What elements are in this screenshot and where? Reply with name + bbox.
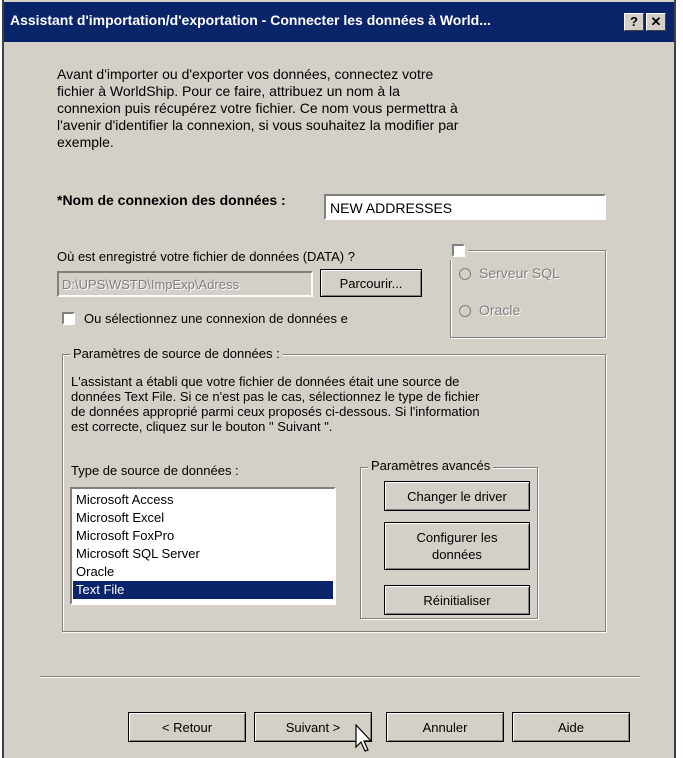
change-driver-button[interactable]: Changer le driver [384,481,530,511]
description-line: L'assistant a établi que votre fichier d… [71,374,460,389]
configure-data-label-line2: données [432,547,482,562]
oracle-radio[interactable] [459,305,471,317]
database-group-legend [450,242,468,260]
intro-line: Avant d'importer ou d'exporter vos donné… [57,66,434,82]
source-params-description: L'assistant a établi que votre fichier d… [71,374,480,434]
intro-line: exemple. [57,134,114,150]
list-item[interactable]: Microsoft SQL Server [73,545,333,563]
cancel-button[interactable]: Annuler [386,712,504,742]
intro-line: l'avenir d'identifier la connexion, si v… [57,117,459,133]
file-path-value: D:\UPS\WSTD\ImpExp\Adress [62,277,239,292]
intro-line: connexion puis récupérez votre fichier. … [57,100,458,116]
list-item[interactable]: Microsoft Excel [73,509,333,527]
advanced-params-legend: Paramètres avancés [368,458,494,473]
title-bar[interactable]: Assistant d'importation/d'exportation - … [4,2,674,42]
footer-separator [40,676,640,678]
connection-name-label: *Nom de connexion des données : [57,192,286,208]
list-item-selected[interactable]: Text File [73,581,333,599]
select-existing-label: Ou sélectionnez une connexion de données… [84,311,348,326]
list-item[interactable]: Microsoft FoxPro [73,527,333,545]
configure-data-label-line1: Configurer les [416,530,498,545]
sql-server-radio[interactable] [459,268,471,280]
mouse-cursor-icon [355,724,373,752]
back-button[interactable]: < Retour [128,712,246,742]
file-path-input[interactable]: D:\UPS\WSTD\ImpExp\Adress [57,271,313,297]
help-caption-button[interactable]: ? [624,13,644,31]
source-params-legend: Paramètres de source de données : [70,346,283,361]
sql-server-label: Serveur SQL [479,265,560,281]
connection-name-value: NEW ADDRESSES [330,200,453,216]
reset-button[interactable]: Réinitialiser [384,585,530,615]
help-button[interactable]: Aide [512,712,630,742]
wizard-window: Assistant d'importation/d'exportation - … [2,0,676,758]
list-item[interactable]: Microsoft Access [73,491,333,509]
source-type-list[interactable]: Microsoft Access Microsoft Excel Microso… [70,487,336,605]
select-existing-checkbox[interactable] [62,312,75,325]
connection-name-input[interactable]: NEW ADDRESSES [324,194,606,220]
oracle-label: Oracle [479,302,521,318]
close-icon[interactable]: ✕ [646,13,666,31]
description-line: de données approprié parmi ceux proposés… [71,404,480,419]
description-line: données Text File. Si ce n'est pas le ca… [71,389,480,404]
database-group-checkbox[interactable] [452,244,465,257]
file-location-label: Où est enregistré votre fichier de donné… [57,249,355,264]
window-title: Assistant d'importation/d'exportation - … [10,12,491,28]
list-item[interactable]: Oracle [73,563,333,581]
description-line: est correcte, cliquez sur le bouton " Su… [71,419,333,434]
intro-line: fichier à WorldShip. Pour ce faire, attr… [57,83,400,99]
browse-button[interactable]: Parcourir... [320,269,422,297]
configure-data-button[interactable]: Configurer les données [384,522,530,570]
source-type-label: Type de source de données : [71,463,239,478]
database-type-group [450,250,606,338]
intro-text: Avant d'importer ou d'exporter vos donné… [57,66,458,151]
